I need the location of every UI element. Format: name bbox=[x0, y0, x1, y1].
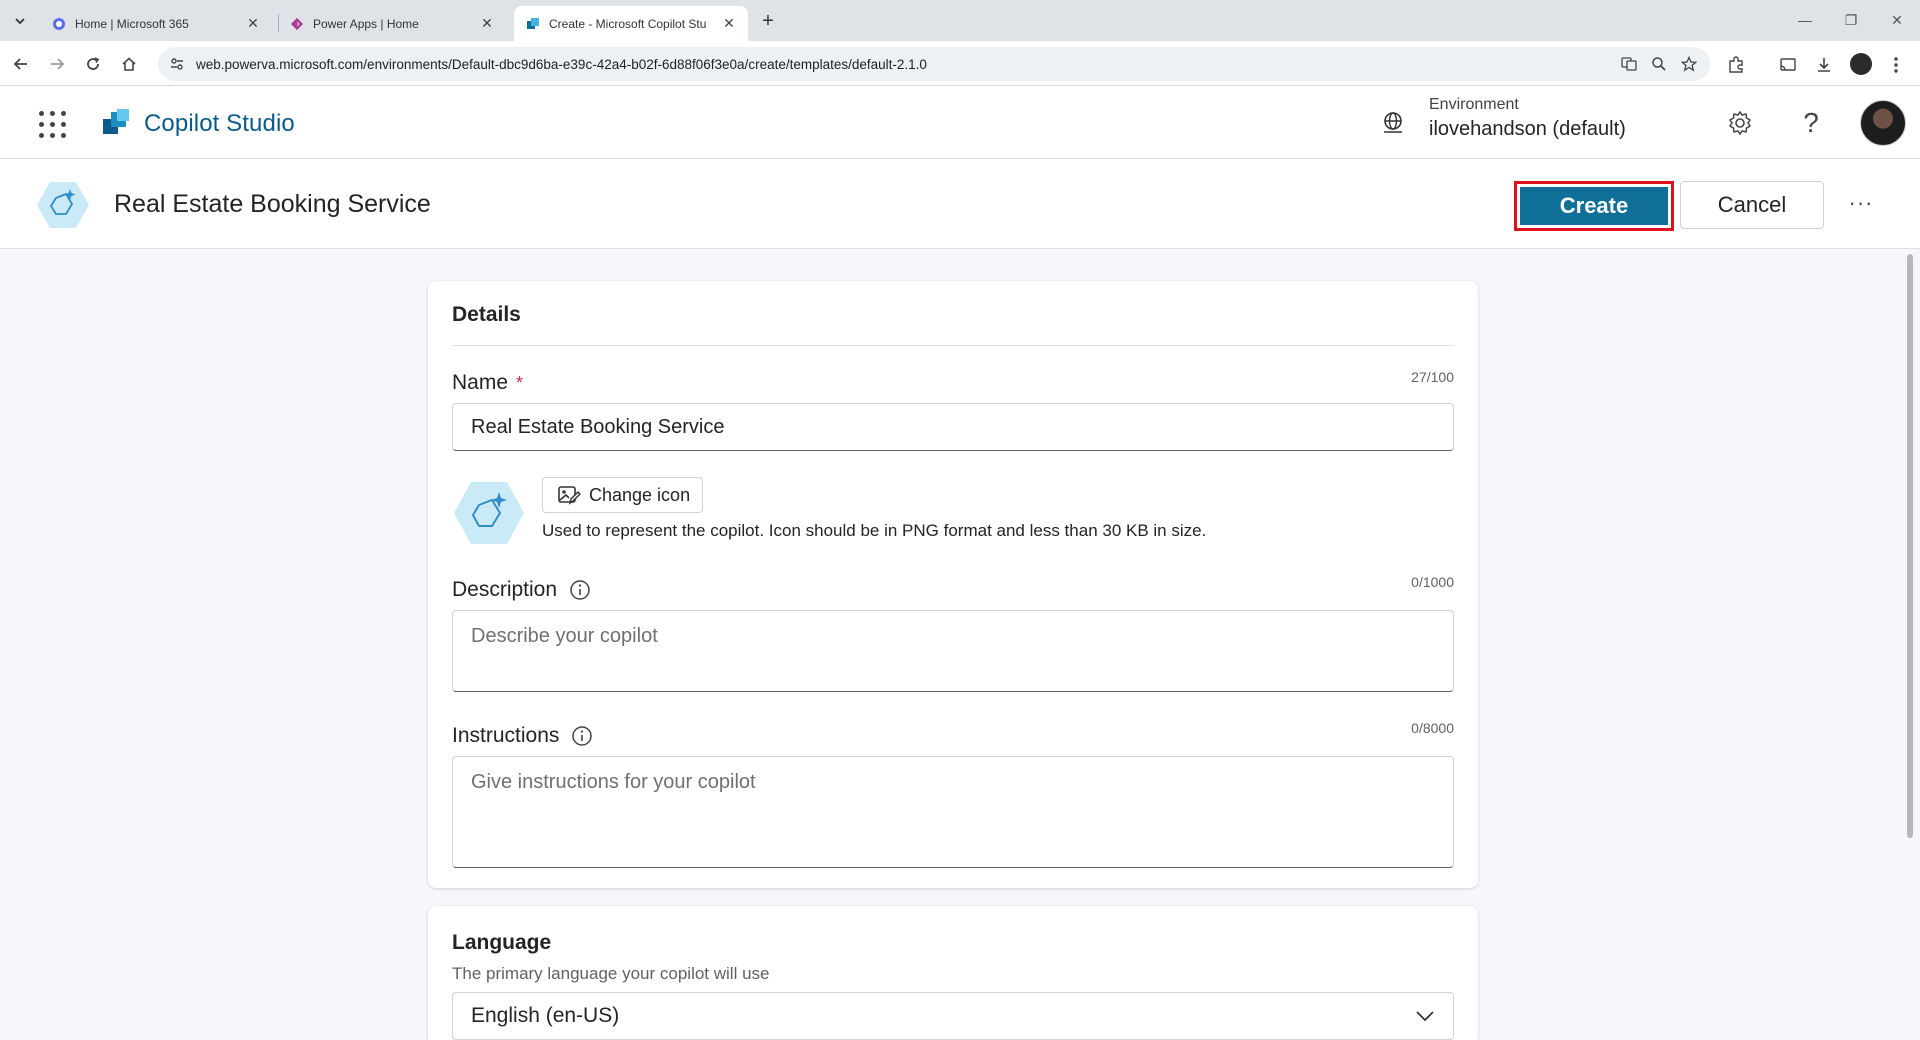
environment-globe-icon bbox=[1384, 112, 1402, 133]
browser-toolbar: web.powerva.microsoft.com/environments/D… bbox=[0, 41, 1920, 86]
language-heading: Language bbox=[452, 931, 552, 954]
microsoft365-icon bbox=[53, 17, 65, 30]
name-label: Name * bbox=[452, 371, 523, 395]
close-icon[interactable]: ✕ bbox=[478, 15, 496, 33]
icon-hint-text: Used to represent the copilot. Icon shou… bbox=[542, 521, 1207, 540]
environment-selector[interactable]: ilovehandson (default) bbox=[1429, 118, 1626, 141]
translate-icon[interactable] bbox=[1618, 53, 1640, 75]
tab-title: Home | Microsoft 365 bbox=[75, 16, 189, 31]
help-icon[interactable]: ? bbox=[1796, 107, 1826, 138]
close-icon[interactable]: ✕ bbox=[244, 15, 262, 33]
restore-button[interactable]: ❐ bbox=[1836, 8, 1866, 32]
more-options-icon[interactable]: ··· bbox=[1846, 190, 1876, 215]
name-input[interactable]: Real Estate Booking Service bbox=[452, 403, 1454, 451]
instructions-label: Instructions bbox=[452, 724, 593, 748]
description-textarea[interactable]: Describe your copilot bbox=[452, 610, 1454, 692]
tab-title: Power Apps | Home bbox=[313, 16, 419, 31]
divider bbox=[452, 345, 1454, 346]
minimize-button[interactable]: — bbox=[1790, 8, 1820, 32]
close-window-button[interactable]: ✕ bbox=[1882, 8, 1912, 32]
user-avatar[interactable] bbox=[1860, 100, 1906, 146]
settings-gear-icon[interactable] bbox=[1725, 108, 1755, 138]
new-tab-button[interactable]: + bbox=[756, 9, 780, 33]
instructions-counter: 0/8000 bbox=[1411, 720, 1454, 736]
extensions-icon[interactable] bbox=[1724, 53, 1748, 77]
change-icon-button[interactable]: Change icon bbox=[542, 477, 704, 513]
download-icon[interactable] bbox=[1812, 53, 1836, 77]
description-label: Description bbox=[452, 578, 591, 602]
tune-icon bbox=[171, 58, 183, 70]
browser-profile-avatar[interactable] bbox=[1850, 53, 1872, 75]
language-subtitle: The primary language your copilot will u… bbox=[452, 964, 770, 983]
page-scrollbar[interactable] bbox=[1907, 254, 1913, 838]
copilot-studio-logo bbox=[103, 109, 129, 134]
language-selected: English (en-US) bbox=[471, 1004, 620, 1027]
chevron-down-icon bbox=[15, 18, 25, 25]
language-dropdown[interactable]: English (en-US) bbox=[452, 992, 1454, 1040]
app-launcher-icon[interactable] bbox=[36, 108, 66, 138]
change-icon-label: Change icon bbox=[589, 484, 691, 505]
image-edit-icon bbox=[558, 486, 581, 505]
powerapps-icon bbox=[291, 17, 303, 30]
app-header: Copilot Studio Environment ilovehandson … bbox=[0, 86, 1920, 159]
reload-icon bbox=[87, 57, 100, 70]
copilot-icon-preview bbox=[454, 482, 524, 544]
copilot-title: Real Estate Booking Service bbox=[114, 190, 431, 218]
command-bar: Real Estate Booking Service Create Cance… bbox=[0, 159, 1920, 249]
name-counter: 27/100 bbox=[1411, 369, 1454, 385]
browser-tab-microsoft365[interactable]: Home | Microsoft 365 ✕ bbox=[40, 6, 272, 41]
zoom-icon[interactable] bbox=[1648, 53, 1670, 75]
app-name[interactable]: Copilot Studio bbox=[144, 110, 295, 138]
browser-tab-powerapps[interactable]: Power Apps | Home ✕ bbox=[278, 6, 506, 41]
info-icon[interactable] bbox=[569, 579, 591, 601]
info-icon[interactable] bbox=[571, 725, 593, 747]
create-button[interactable]: Create bbox=[1520, 187, 1668, 225]
chevron-down-icon bbox=[1416, 1011, 1434, 1022]
description-label-text: Description bbox=[452, 578, 558, 601]
reload-button[interactable] bbox=[80, 51, 106, 77]
language-card: Language The primary language your copil… bbox=[428, 906, 1478, 1040]
details-card: Details Name * 27/100 Real Estate Bookin… bbox=[428, 281, 1478, 888]
required-indicator: * bbox=[516, 372, 524, 393]
tab-title: Create - Microsoft Copilot Stu bbox=[549, 16, 707, 31]
home-icon bbox=[122, 57, 136, 71]
browser-tab-strip: Home | Microsoft 365 ✕ Power Apps | Home… bbox=[0, 0, 1920, 41]
site-info-icon[interactable] bbox=[166, 53, 188, 75]
url-text[interactable]: web.powerva.microsoft.com/environments/D… bbox=[196, 57, 927, 72]
browser-menu-icon[interactable] bbox=[1884, 53, 1908, 77]
copilot-studio-icon bbox=[527, 17, 539, 29]
create-button-highlight: Create bbox=[1514, 181, 1674, 231]
bookmark-star-icon[interactable] bbox=[1678, 53, 1700, 75]
back-button[interactable] bbox=[8, 51, 34, 77]
cancel-button[interactable]: Cancel bbox=[1680, 181, 1824, 229]
name-label-text: Name bbox=[452, 371, 509, 394]
description-counter: 0/1000 bbox=[1411, 574, 1454, 590]
close-icon[interactable]: ✕ bbox=[720, 15, 738, 33]
environment-label: Environment bbox=[1429, 96, 1519, 113]
browser-tab-copilot-studio[interactable]: Create - Microsoft Copilot Stu ✕ bbox=[514, 6, 748, 41]
arrow-right-icon bbox=[51, 58, 65, 70]
address-bar[interactable]: web.powerva.microsoft.com/environments/D… bbox=[158, 47, 1710, 81]
details-heading: Details bbox=[452, 303, 521, 326]
tab-search-button[interactable] bbox=[8, 9, 32, 33]
instructions-label-text: Instructions bbox=[452, 724, 560, 747]
arrow-left-icon bbox=[13, 58, 27, 70]
cast-icon[interactable] bbox=[1776, 53, 1800, 77]
copilot-agent-icon bbox=[37, 182, 89, 228]
forward-button[interactable] bbox=[44, 51, 70, 77]
instructions-textarea[interactable]: Give instructions for your copilot bbox=[452, 756, 1454, 868]
home-button[interactable] bbox=[116, 51, 142, 77]
